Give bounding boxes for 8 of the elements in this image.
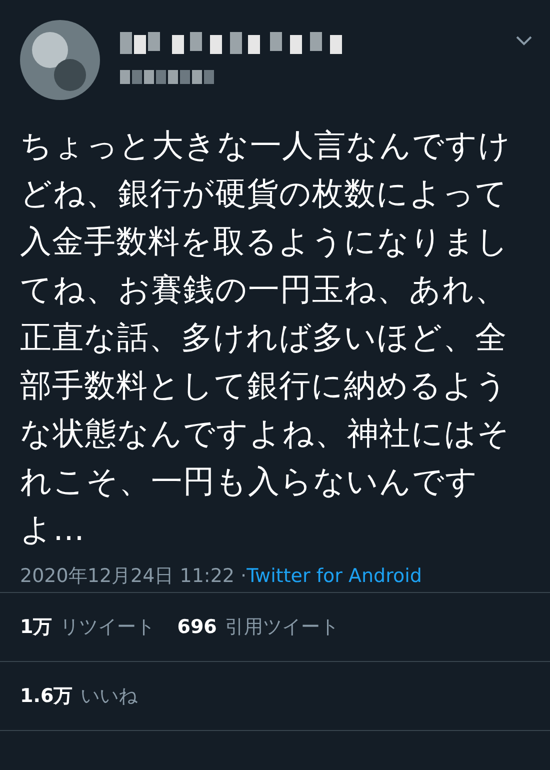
stat-count[interactable]: 1.6万 いいね <box>20 683 138 709</box>
source-link[interactable]: Twitter for Android <box>246 565 422 587</box>
stat-count[interactable]: 1万 リツイート <box>20 614 156 640</box>
stat-count[interactable]: 696 引用ツイート <box>177 614 339 640</box>
avatar[interactable] <box>20 20 100 100</box>
tweet-text: ちょっと大きな一人言なんですけどね、銀行が硬貨の枚数によって入金手数料を取るようになりましてね、お賽銭の一円玉ね、あれ、正直な話、多ければ多いほど、全部手数料として銀行に納めるような状態なんですよね、神社にはそれこそ、一円も入らないんですよ… <box>20 127 512 550</box>
chevron-down-icon[interactable] <box>516 36 532 46</box>
tweet-timestamp: 2020年12月24日 11:22 · <box>20 564 247 589</box>
